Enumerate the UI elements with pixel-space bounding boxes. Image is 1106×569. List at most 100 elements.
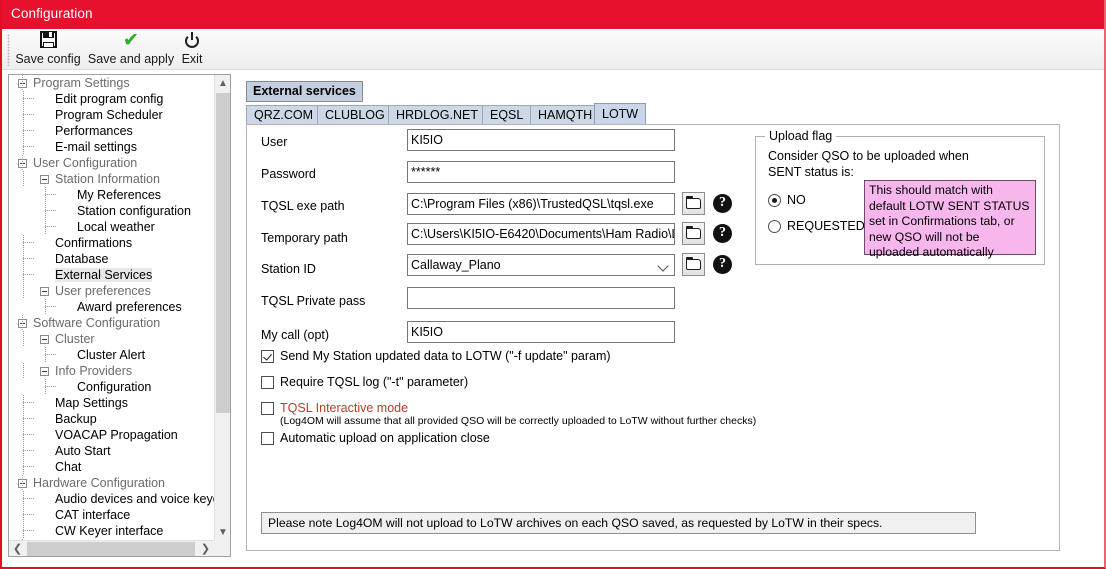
sidebar-item-label: Software Configuration (33, 316, 161, 330)
sidebar-item-cat-interface[interactable]: CAT interface (9, 507, 215, 523)
temporary-path-browse-button[interactable] (682, 222, 705, 245)
tree-expander-icon[interactable] (40, 175, 49, 184)
checkbox-tqsl-interactive-mode[interactable]: TQSL Interactive mode (261, 401, 408, 415)
sidebar-item-station-configuration[interactable]: Station configuration (9, 203, 215, 219)
sidebar-item-database[interactable]: Database (9, 251, 215, 267)
sidebar-item-auto-start[interactable]: Auto Start (9, 443, 215, 459)
tqsl-private-pass-input[interactable] (407, 287, 675, 309)
chevron-right-icon[interactable]: ❯ (197, 541, 214, 556)
station-id-browse-button[interactable] (682, 253, 705, 276)
save-and-apply-button[interactable]: ✔ Save and apply (86, 31, 176, 69)
save-config-button[interactable]: Save config (14, 31, 82, 69)
save-and-apply-label: Save and apply (87, 52, 175, 66)
checkbox-require-tqsl-log[interactable]: Require TQSL log ("-t" parameter) (261, 375, 468, 389)
tree-vscroll-thumb[interactable] (216, 93, 230, 413)
radio-sent-status-no[interactable]: NO (768, 193, 806, 207)
folder-icon (686, 196, 701, 209)
my-call-input[interactable]: KI5IO (407, 321, 675, 343)
sidebar-item-performances[interactable]: Performances (9, 123, 215, 139)
sidebar-item-audio-devices-and-voice-keyer[interactable]: Audio devices and voice keyer (9, 491, 215, 507)
tree-connector (23, 450, 35, 451)
tree-vertical-scrollbar[interactable]: ▲ ▼ (214, 75, 230, 541)
tab-hamqth[interactable]: HAMQTH (530, 105, 601, 124)
sidebar-item-label: CW Keyer interface (55, 524, 164, 538)
radio-sent-status-requested[interactable]: REQUESTED (768, 219, 865, 233)
tree-guide (23, 283, 24, 299)
checkbox-automatic-upload-on-close[interactable]: Automatic upload on application close (261, 431, 490, 445)
sidebar-item-award-preferences[interactable]: Award preferences (9, 299, 215, 315)
sidebar-item-software-configuration[interactable]: Software Configuration (9, 315, 215, 331)
sidebar-item-configuration[interactable]: Configuration (9, 379, 215, 395)
tab-clublog[interactable]: CLUBLOG (317, 105, 393, 124)
checkbox-send-my-station[interactable]: Send My Station updated data to LOTW ("-… (261, 349, 611, 363)
sidebar-item-cluster[interactable]: Cluster (9, 331, 215, 347)
tab-label: HAMQTH (538, 108, 593, 122)
sidebar-item-hardware-configuration[interactable]: Hardware Configuration (9, 475, 215, 491)
tree-guide (45, 187, 46, 203)
main-panel: External services QRZ.COM CLUBLOG HRDLOG.N… (240, 74, 1062, 557)
checkbox-box[interactable] (261, 376, 274, 389)
sidebar-item-cluster-alert[interactable]: Cluster Alert (9, 347, 215, 363)
configuration-window: Configuration Save config ✔ Save and app… (0, 0, 1106, 569)
sidebar-item-label: Performances (55, 124, 133, 138)
tree-expander-icon[interactable] (40, 367, 49, 376)
title-bar: Configuration (2, 0, 1104, 29)
tqsl-interactive-mode-description: (Log4OM will assume that all provided QS… (280, 415, 757, 427)
exit-button[interactable]: Exit (174, 31, 210, 69)
tree-connector (23, 146, 35, 147)
sidebar-item-cw-keyer-interface[interactable]: CW Keyer interface (9, 523, 215, 539)
sidebar-item-user-configuration[interactable]: User Configuration (9, 155, 215, 171)
tree-guide (22, 75, 23, 91)
sidebar-item-chat[interactable]: Chat (9, 459, 215, 475)
tab-hrdlog-net[interactable]: HRDLOG.NET (388, 105, 486, 124)
station-id-label: Station ID (261, 262, 316, 276)
tab-strip[interactable]: QRZ.COM CLUBLOG HRDLOG.NET EQSL HAMQTH LOTW (246, 103, 1060, 124)
sidebar-item-voacap-propagation[interactable]: VOACAP Propagation (9, 427, 215, 443)
tree-horizontal-scrollbar[interactable]: ❮ ❯ (9, 540, 230, 556)
sidebar-item-info-providers[interactable]: Info Providers (9, 363, 215, 379)
user-input[interactable]: KI5IO (407, 129, 675, 151)
radio-dot[interactable] (768, 194, 781, 207)
tqsl-exe-browse-button[interactable] (682, 192, 705, 215)
save-config-label: Save config (15, 52, 81, 66)
tab-eqsl[interactable]: EQSL (482, 105, 532, 124)
temporary-path-input[interactable]: C:\Users\KI5IO-E6420\Documents\Ham Radio… (407, 223, 675, 245)
settings-tree[interactable]: Program Settings Edit program config Progr… (9, 75, 215, 541)
tab-qrz-com[interactable]: QRZ.COM (246, 105, 322, 124)
sidebar-item-e-mail-settings[interactable]: E-mail settings (9, 139, 215, 155)
tqsl-exe-path-input[interactable]: C:\Program Files (x86)\TrustedQSL\tqsl.e… (407, 193, 675, 215)
tree-expander-icon[interactable] (40, 335, 49, 344)
station-id-help-button[interactable]: ? (713, 255, 732, 274)
sidebar-item-my-references[interactable]: My References (9, 187, 215, 203)
sidebar-item-program-scheduler[interactable]: Program Scheduler (9, 107, 215, 123)
tab-lotw[interactable]: LOTW (594, 103, 647, 124)
chevron-up-icon[interactable]: ▲ (215, 75, 230, 92)
tree-hscroll-thumb[interactable] (27, 542, 195, 556)
sidebar-item-external-services[interactable]: External Services (9, 267, 215, 283)
tree-guide (23, 507, 24, 523)
checkbox-box[interactable] (261, 402, 274, 415)
radio-dot[interactable] (768, 220, 781, 233)
sidebar-item-label: E-mail settings (55, 140, 137, 154)
sidebar-item-edit-program-config[interactable]: Edit program config (9, 91, 215, 107)
sidebar-item-user-preferences[interactable]: User preferences (9, 283, 215, 299)
temporary-path-help-button[interactable]: ? (713, 224, 732, 243)
sidebar-item-confirmations[interactable]: Confirmations (9, 235, 215, 251)
tree-guide (23, 491, 24, 507)
station-id-select[interactable]: Callaway_Plano (407, 254, 675, 276)
checkbox-box[interactable] (261, 432, 274, 445)
sidebar-item-backup[interactable]: Backup (9, 411, 215, 427)
sidebar-item-station-information[interactable]: Station Information (9, 171, 215, 187)
sidebar-item-program-settings[interactable]: Program Settings (9, 75, 215, 91)
password-input[interactable]: ****** (407, 161, 675, 183)
chevron-left-icon[interactable]: ❮ (9, 541, 26, 556)
upload-flag-title: Upload flag (765, 129, 837, 143)
tree-expander-icon[interactable] (40, 287, 49, 296)
tqsl-exe-help-button[interactable]: ? (713, 194, 732, 213)
tree-guide (45, 379, 46, 395)
checkbox-box[interactable] (261, 350, 274, 363)
sidebar-item-label: Local weather (77, 220, 155, 234)
sidebar-item-map-settings[interactable]: Map Settings (9, 395, 215, 411)
chevron-down-icon[interactable]: ▼ (215, 524, 230, 541)
sidebar-item-local-weather[interactable]: Local weather (9, 219, 215, 235)
